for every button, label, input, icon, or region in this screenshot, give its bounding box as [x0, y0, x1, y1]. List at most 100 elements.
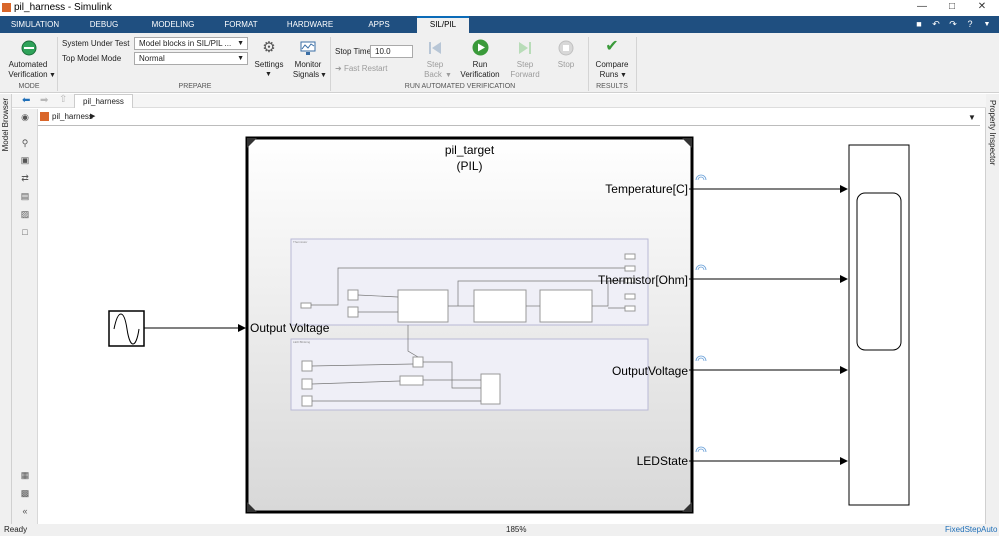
step-back-label-2: Back	[424, 70, 442, 79]
save-icon[interactable]: ■	[912, 18, 926, 31]
run-icon	[472, 39, 489, 56]
model-icon	[40, 112, 49, 121]
subsystem-mode: (PIL)	[456, 159, 483, 173]
stop-label: Stop	[557, 60, 575, 69]
fit-to-view-icon[interactable]: ▣	[18, 154, 32, 166]
automated-verification-button[interactable]: Automated Verification ▼	[3, 36, 56, 82]
zoom-level: 185%	[506, 525, 527, 534]
step-forward-label-2: Forward	[510, 70, 540, 79]
stop-button[interactable]: Stop	[551, 36, 581, 82]
forward-arrow-icon[interactable]: ➡	[40, 95, 48, 106]
top-model-mode-value: Normal	[139, 54, 165, 63]
run-verification-label-2: Verification	[460, 70, 500, 79]
input-port-label: Output Voltage	[250, 321, 330, 335]
tab-apps[interactable]: APPS	[358, 16, 400, 33]
help-menu-chevron-icon[interactable]: ▼	[980, 18, 994, 31]
output-port-led-state: LEDState	[636, 454, 688, 468]
step-forward-button[interactable]: Step Forward	[507, 36, 543, 82]
step-back-label-1: Step	[426, 60, 444, 69]
close-icon[interactable]: ✕	[967, 1, 997, 15]
top-model-mode-dropdown[interactable]: Normal ▼	[134, 52, 248, 65]
undo-icon[interactable]: ↶	[929, 18, 943, 31]
compare-runs-label-1: Compare	[595, 60, 629, 69]
scope-block[interactable]	[848, 144, 910, 506]
signal-line-icon[interactable]: ⇄	[18, 172, 32, 184]
monitor-signals-label-2: Signals	[292, 70, 320, 79]
hide-explorer-bar-icon[interactable]: ◉	[18, 111, 32, 123]
step-forward-icon	[519, 42, 531, 54]
monitor-signals-button[interactable]: Monitor Signals ▼	[289, 36, 327, 82]
title-bar: pil_harness - Simulink — □ ✕	[0, 0, 999, 16]
redo-icon[interactable]: ↷	[946, 18, 960, 31]
breadcrumb-item-pil-harness[interactable]: pil_harness	[52, 112, 93, 121]
property-inspector-tab[interactable]: Property Inspector	[988, 100, 997, 165]
navigation-bar: ⬅ ➡ ⇧ pil_harness	[12, 94, 986, 108]
automated-verification-icon	[21, 40, 37, 56]
section-run-automated-verification: RUN AUTOMATED VERIFICATION	[404, 83, 516, 90]
zoom-icon[interactable]: ⚲	[18, 137, 32, 149]
automated-verification-label-1: Automated	[8, 60, 48, 69]
breadcrumb-dropdown-icon[interactable]: ▼	[968, 113, 976, 122]
step-forward-label-1: Step	[516, 60, 534, 69]
section-divider	[636, 37, 637, 91]
toolstrip-tab-bar: SIMULATION DEBUG MODELING FORMAT HARDWAR…	[0, 16, 999, 33]
chevron-down-icon: ▼	[49, 72, 56, 79]
model-tab-pil-harness[interactable]: pil_harness	[74, 94, 133, 108]
signal-logging-icon	[695, 174, 707, 453]
tab-simulation[interactable]: SIMULATION	[4, 16, 66, 33]
property-icon[interactable]: ▩	[18, 487, 32, 499]
section-mode: MODE	[18, 83, 40, 90]
chevron-down-icon: ▼	[265, 71, 272, 78]
up-arrow-icon[interactable]: ⇧	[59, 94, 67, 105]
settings-label: Settings	[254, 60, 284, 69]
tab-debug[interactable]: DEBUG	[80, 16, 128, 33]
step-back-button[interactable]: Step Back ▼	[419, 36, 452, 82]
area-icon[interactable]: □	[18, 226, 32, 238]
annotation-icon[interactable]: ▤	[18, 190, 32, 202]
inner-thermistor-title: Thermistor	[293, 240, 308, 244]
run-verification-button[interactable]: Run Verification	[456, 36, 504, 82]
automated-verification-label-2: Verification	[8, 70, 48, 79]
subsystem-name: pil_target	[444, 143, 495, 157]
stop-time-input[interactable]: 10.0	[370, 45, 413, 58]
system-under-test-value: Model blocks in SIL/PIL ...	[139, 39, 232, 48]
section-prepare: PREPARE	[178, 83, 212, 90]
top-model-mode-label: Top Model Mode	[62, 54, 122, 63]
settings-button[interactable]: ⚙ Settings ▼	[253, 36, 285, 82]
fast-restart-button: ➜ Fast Restart	[335, 64, 388, 73]
sine-wave-block[interactable]	[108, 310, 145, 347]
model-browser-tab[interactable]: Model Browser	[1, 98, 10, 151]
status-text: Ready	[4, 525, 28, 534]
section-divider	[330, 37, 331, 91]
image-icon[interactable]: ▨	[18, 208, 32, 220]
window-title: pil_harness - Simulink	[14, 2, 112, 13]
model-canvas[interactable]: pil_target (PIL) Output Voltage Temperat…	[38, 126, 985, 524]
output-port-temperature: Temperature[C]	[605, 182, 688, 196]
breadcrumb-chevron-icon[interactable]: ▶	[90, 112, 95, 120]
section-divider	[57, 37, 58, 91]
tab-sil-pil[interactable]: SIL/PIL	[417, 16, 469, 33]
tab-hardware[interactable]: HARDWARE	[280, 16, 340, 33]
run-verification-label-1: Run	[472, 60, 488, 69]
back-arrow-icon[interactable]: ⬅	[22, 95, 30, 106]
help-icon[interactable]: ?	[963, 18, 977, 31]
monitor-signals-icon	[300, 41, 316, 55]
chevron-down-icon: ▼	[320, 72, 327, 79]
property-inspector-strip[interactable]: Property Inspector	[985, 94, 999, 524]
model-data-editor-icon[interactable]: ▦	[18, 469, 32, 481]
model-browser-strip[interactable]: Model Browser	[0, 94, 12, 524]
block-palette: ◉ ⚲ ▣ ⇄ ▤ ▨ □ ▦ ▩ «	[12, 109, 38, 524]
breadcrumb: pil_harness ▶ ▼	[38, 109, 980, 126]
section-divider	[588, 37, 589, 91]
minimize-icon[interactable]: —	[907, 1, 937, 15]
section-results: RESULTS	[596, 83, 628, 90]
checkmark-icon: ✔	[605, 38, 619, 55]
solver-link[interactable]: FixedStepAuto	[945, 524, 997, 536]
maximize-icon[interactable]: □	[937, 1, 967, 15]
system-under-test-dropdown[interactable]: Model blocks in SIL/PIL ... ▼	[134, 37, 248, 50]
collapse-icon[interactable]: «	[18, 505, 32, 517]
chevron-down-icon: ▼	[237, 55, 244, 62]
tab-modeling[interactable]: MODELING	[145, 16, 201, 33]
tab-format[interactable]: FORMAT	[218, 16, 264, 33]
compare-runs-button[interactable]: ✔ Compare Runs ▼	[592, 36, 632, 82]
